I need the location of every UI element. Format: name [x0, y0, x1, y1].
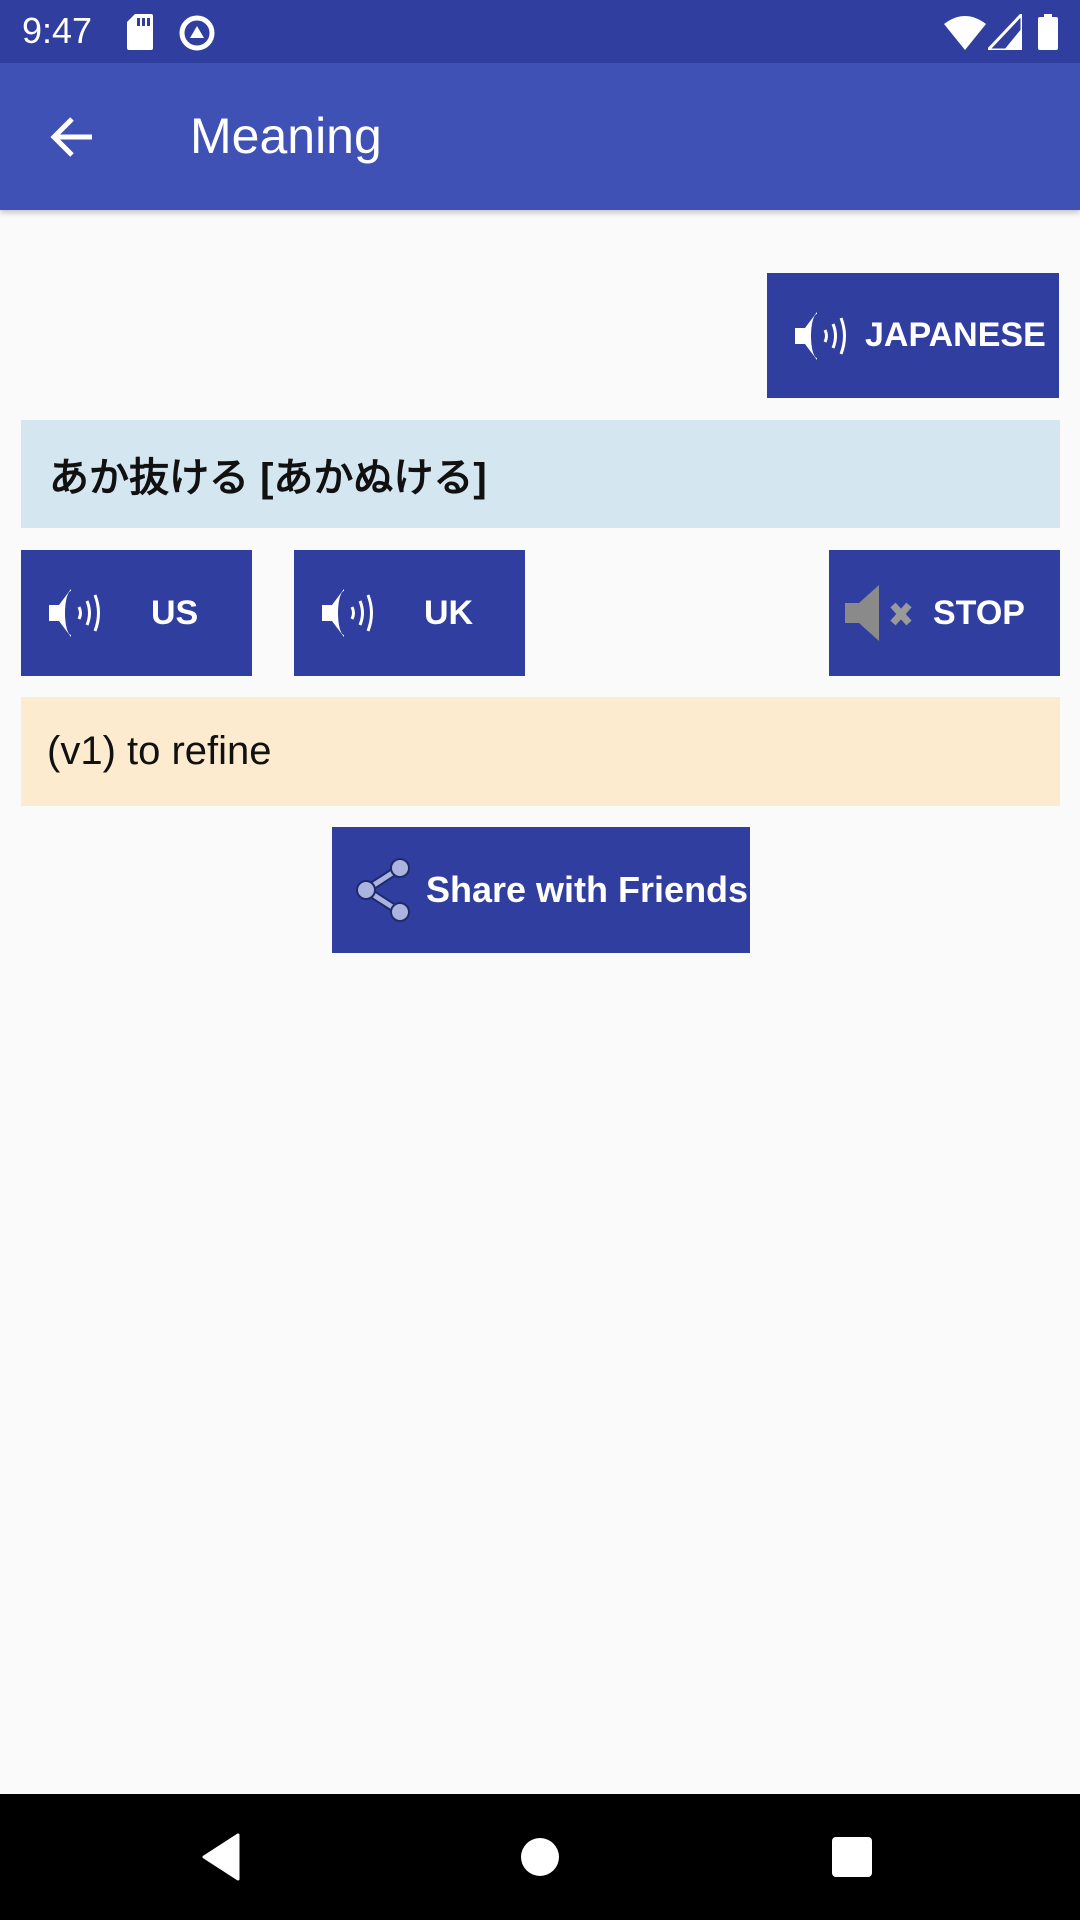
speaker-icon: [795, 311, 846, 360]
word-text: あか抜ける [あかぬける]: [49, 456, 487, 500]
share-icon: [356, 858, 410, 922]
system-nav-bar: [0, 1794, 1080, 1920]
status-bar: 9:47: [0, 0, 1080, 63]
cell-signal-icon: [988, 14, 1022, 50]
stop-button-label: STOP: [933, 593, 1025, 632]
meaning-definition: (v1) to refine: [21, 697, 1060, 806]
app-bar: Meaning: [0, 63, 1080, 210]
sd-card-icon: [127, 14, 153, 50]
uk-pronounce-button[interactable]: UK: [294, 550, 525, 676]
share-with-friends-button[interactable]: Share with Friends: [332, 827, 750, 953]
data-saver-icon: [179, 15, 215, 51]
nav-recents-icon[interactable]: [822, 1827, 882, 1887]
us-button-label: US: [151, 593, 199, 632]
word-reading: あか抜ける [あかぬける]: [21, 420, 1060, 528]
speaker-icon: [49, 589, 100, 637]
arrow-back-icon[interactable]: [44, 107, 104, 167]
battery-icon: [1038, 14, 1058, 50]
speaker-icon: [322, 589, 373, 637]
share-button-label: Share with Friends: [426, 869, 749, 910]
speaker-mute-icon: [845, 585, 912, 641]
nav-home-icon[interactable]: [510, 1827, 570, 1887]
us-pronounce-button[interactable]: US: [21, 550, 252, 676]
nav-back-icon[interactable]: [194, 1827, 254, 1887]
uk-button-label: UK: [424, 593, 474, 632]
japanese-button-label: JAPANESE: [865, 316, 1046, 354]
stop-button[interactable]: STOP: [829, 550, 1060, 676]
wifi-icon: [944, 16, 986, 50]
japanese-pronounce-button[interactable]: JAPANESE: [767, 273, 1059, 398]
status-time: 9:47: [22, 10, 93, 51]
page-title: Meaning: [190, 108, 382, 164]
meaning-text: (v1) to refine: [47, 729, 272, 773]
